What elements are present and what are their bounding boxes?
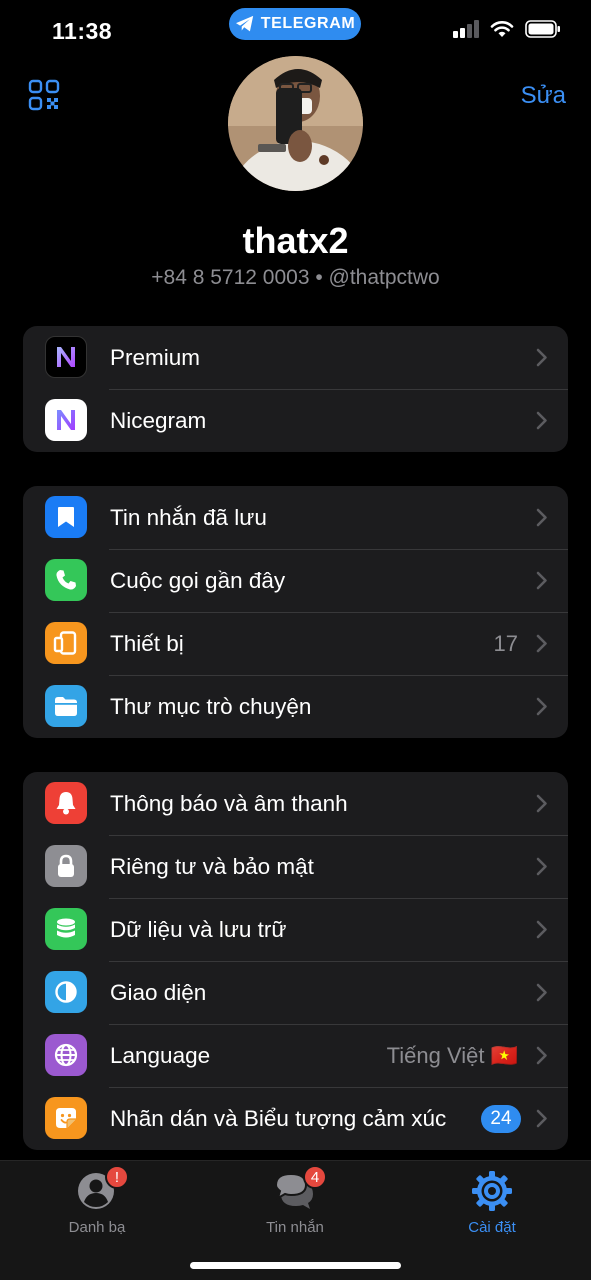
status-bar: 11:38 TELEGRAM (0, 0, 591, 60)
menu-item-saved-messages[interactable]: Tin nhắn đã lưu (23, 486, 568, 549)
menu-item-label: Thiết bị (110, 630, 184, 656)
chats-tab-icon: 4 (273, 1165, 327, 1213)
wifi-icon (490, 21, 514, 37)
home-indicator (190, 1262, 401, 1269)
menu-item-nicegram[interactable]: Nicegram (23, 389, 568, 452)
devices-icon (45, 622, 87, 664)
data-storage-icon (45, 908, 87, 950)
battery-icon (525, 20, 560, 38)
tab-contacts[interactable]: ! Danh bạ (17, 1165, 177, 1236)
menu-item-label: Thông báo và âm thanh (110, 790, 348, 816)
premium-icon (45, 336, 87, 378)
tab-settings[interactable]: Cài đặt (412, 1169, 572, 1236)
menu-item-label: Nhãn dán và Biểu tượng cảm xúc (110, 1105, 447, 1131)
status-icons (453, 20, 561, 38)
bell-icon (56, 792, 76, 815)
chevron-right-icon (536, 411, 547, 430)
tab-label: Cài đặt (468, 1219, 516, 1236)
settings-tab-icon (470, 1169, 514, 1213)
menu-item-notifications[interactable]: Thông báo và âm thanh (23, 772, 568, 835)
telegram-pill[interactable]: TELEGRAM (229, 8, 361, 40)
sticker-icon (56, 1108, 76, 1128)
menu-item-label: Nicegram (110, 407, 207, 433)
tab-label: Tin nhắn (266, 1219, 324, 1236)
contacts-tab-icon: ! (75, 1165, 129, 1213)
database-icon (57, 918, 75, 938)
chevron-right-icon (536, 920, 547, 939)
edit-button[interactable]: Sửa (521, 82, 566, 110)
menu-item-label: Giao diện (110, 979, 207, 1005)
menu-item-recent-calls[interactable]: Cuộc gọi gần đây (23, 549, 568, 612)
phone-icon (56, 570, 76, 590)
menu-item-appearance[interactable]: Giao diện (23, 961, 568, 1024)
lock-icon (58, 854, 74, 877)
language-value: Tiếng Việt 🇻🇳 (386, 1042, 518, 1068)
signal-icon (453, 20, 479, 38)
language-icon (45, 1034, 87, 1076)
bookmark-icon (58, 507, 74, 527)
chevron-right-icon (536, 571, 547, 590)
chevron-right-icon (536, 794, 547, 813)
profile-phone-username: +84 8 5712 0003 • @thatpctwo (151, 266, 440, 289)
menu-item-language[interactable]: Language Tiếng Việt 🇻🇳 (23, 1024, 568, 1087)
chevron-right-icon (536, 1109, 547, 1128)
notifications-icon (45, 782, 87, 824)
menu-item-label: Cuộc gọi gần đây (110, 567, 286, 593)
chevron-right-icon (536, 508, 547, 527)
settings-group-premium: Premium Nicegram (23, 326, 568, 452)
chats-badge: 4 (303, 1165, 327, 1189)
stickers-icon (45, 1097, 87, 1139)
nicegram-n-icon (57, 410, 75, 430)
contacts-badge: ! (105, 1165, 129, 1189)
recent-calls-icon (45, 559, 87, 601)
appearance-icon (55, 981, 77, 1003)
avatar[interactable] (228, 56, 363, 191)
telegram-plane-icon (235, 15, 253, 32)
globe-icon (54, 1043, 78, 1067)
qr-code-icon (28, 79, 60, 111)
menu-item-label: Language (110, 1042, 211, 1068)
telegram-pill-label: TELEGRAM (260, 15, 356, 32)
appearance-icon (45, 971, 87, 1013)
settings-group-general: Tin nhắn đã lưu Cuộc gọi gần đây Thiết b… (23, 486, 568, 738)
stickers-badge: 24 (481, 1104, 521, 1133)
chevron-right-icon (536, 348, 547, 367)
menu-item-label: Tin nhắn đã lưu (110, 504, 267, 530)
nicegram-n-icon (57, 347, 75, 367)
devices-count: 17 (493, 630, 518, 656)
profile-photo (228, 56, 363, 191)
menu-item-label: Thư mục trò chuyện (110, 693, 312, 719)
menu-item-label: Riêng tư và bảo mật (110, 853, 314, 879)
menu-item-label: Dữ liệu và lưu trữ (110, 916, 287, 942)
qr-code-button[interactable] (28, 79, 60, 111)
chevron-right-icon (536, 1046, 547, 1065)
profile-name: thatx2 (242, 220, 349, 261)
menu-item-privacy[interactable]: Riêng tư và bảo mật (23, 835, 568, 898)
folder-icon (55, 697, 77, 716)
chevron-right-icon (536, 983, 547, 1002)
menu-item-label: Premium (110, 344, 201, 370)
tab-label: Danh bạ (68, 1219, 126, 1236)
chat-folders-icon (45, 685, 87, 727)
privacy-icon (45, 845, 87, 887)
status-time: 11:38 (52, 18, 113, 44)
chevron-right-icon (536, 697, 547, 716)
menu-item-stickers-emoji[interactable]: Nhãn dán và Biểu tượng cảm xúc 24 (23, 1087, 568, 1150)
chevron-right-icon (536, 857, 547, 876)
settings-gear-icon (472, 1171, 512, 1211)
menu-item-chat-folders[interactable]: Thư mục trò chuyện (23, 675, 568, 738)
menu-item-devices[interactable]: Thiết bị 17 (23, 612, 568, 675)
settings-group-preferences: Thông báo và âm thanh Riêng tư và bảo mậ… (23, 772, 568, 1150)
menu-item-data-storage[interactable]: Dữ liệu và lưu trữ (23, 898, 568, 961)
tab-chats[interactable]: 4 Tin nhắn (215, 1165, 375, 1236)
nicegram-icon (45, 399, 87, 441)
devices-icon (53, 631, 77, 655)
saved-messages-icon (45, 496, 87, 538)
menu-item-premium[interactable]: Premium (23, 326, 568, 389)
chevron-right-icon (536, 634, 547, 653)
